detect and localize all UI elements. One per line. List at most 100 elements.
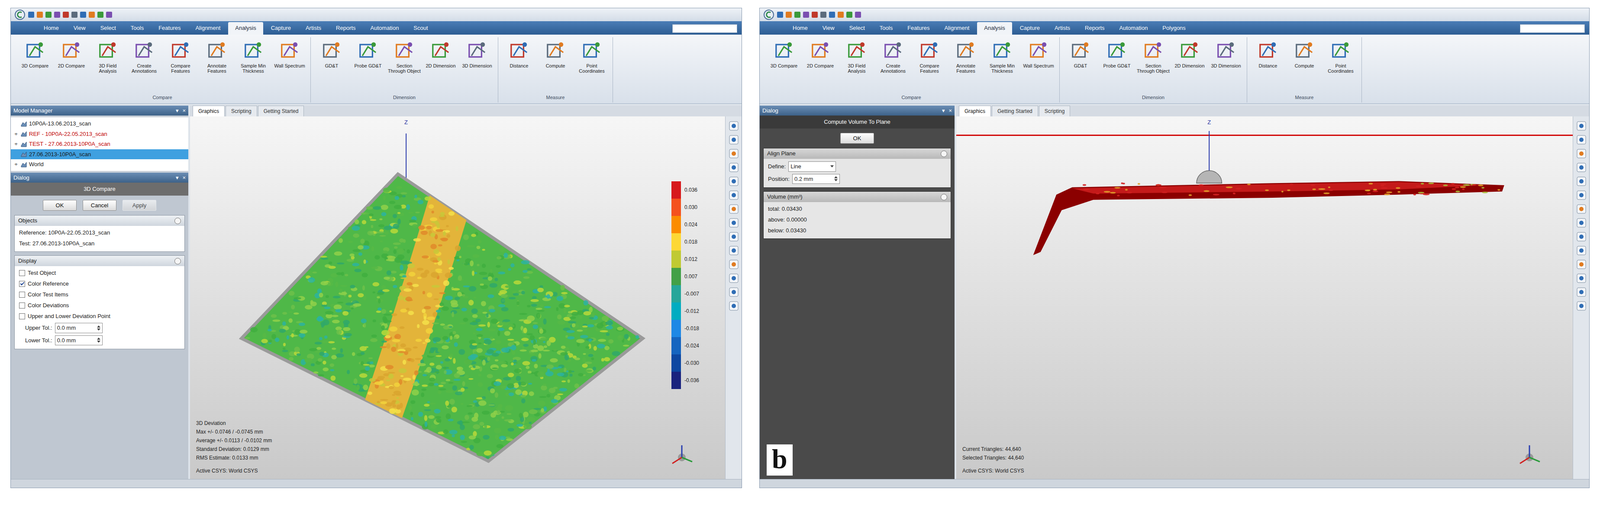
search-field[interactable] xyxy=(672,24,738,33)
view-tool-icon[interactable] xyxy=(1576,203,1587,215)
ribbon-button[interactable]: 3D Dimension xyxy=(458,37,496,94)
collapse-button[interactable] xyxy=(174,217,181,225)
ribbon-button[interactable]: Point Coordinates xyxy=(573,37,610,94)
ribbon-button[interactable]: Compute xyxy=(1286,37,1323,94)
view-tool-icon[interactable] xyxy=(728,300,739,312)
menu-tab[interactable]: Artists xyxy=(298,22,329,35)
up-arrow-icon[interactable] xyxy=(834,176,838,179)
close-button[interactable]: × xyxy=(182,106,186,116)
ribbon-button[interactable]: Probe GD&T xyxy=(1098,37,1136,94)
ribbon-button[interactable]: Section Through Object xyxy=(1135,37,1172,94)
quick-access-icon[interactable] xyxy=(54,11,61,18)
menu-tab[interactable]: Features xyxy=(151,22,188,35)
checkbox-row[interactable]: Test Object xyxy=(19,268,181,278)
menu-tab[interactable]: Analysis xyxy=(977,22,1012,35)
graphics-tab[interactable]: Graphics xyxy=(192,105,225,117)
cancel-button[interactable]: Cancel xyxy=(82,200,117,212)
pin-button[interactable]: ▾ xyxy=(941,106,946,116)
menu-tab[interactable]: Automation xyxy=(363,22,407,35)
down-arrow-icon[interactable] xyxy=(96,328,101,331)
view-tool-icon[interactable] xyxy=(1576,176,1587,187)
ribbon-button[interactable]: GD&T xyxy=(1062,37,1099,94)
view-tool-icon[interactable] xyxy=(1576,134,1587,146)
menu-tab[interactable]: Select xyxy=(93,22,123,35)
quick-access-icon[interactable] xyxy=(785,11,792,18)
view-tool-icon[interactable] xyxy=(728,120,739,132)
viewport[interactable]: ZCurrent Triangles: 44,640Selected Trian… xyxy=(956,116,1573,480)
view-tool-icon[interactable] xyxy=(1576,120,1587,132)
quick-access-icon[interactable] xyxy=(777,11,784,18)
quick-access-icon[interactable] xyxy=(28,11,35,18)
menu-tab[interactable]: Alignment xyxy=(188,22,228,35)
view-tool-icon[interactable] xyxy=(728,134,739,146)
dropdown-arrow-icon[interactable] xyxy=(830,165,834,168)
quick-access-icon[interactable] xyxy=(71,11,78,18)
ribbon-button[interactable]: Compare Features xyxy=(911,37,948,94)
quick-access-icon[interactable] xyxy=(820,11,827,18)
spin-row[interactable]: Upper Tol.:0.0 mm xyxy=(19,322,181,334)
ribbon-button[interactable]: 3D Dimension xyxy=(1207,37,1245,94)
view-tool-icon[interactable] xyxy=(728,231,739,242)
view-tool-icon[interactable] xyxy=(728,190,739,201)
menu-tab[interactable]: Analysis xyxy=(228,22,263,35)
pin-button[interactable]: ▾ xyxy=(175,106,179,116)
ribbon-button[interactable]: Probe GD&T xyxy=(349,37,387,94)
checkbox[interactable] xyxy=(19,302,26,309)
spinner-icon[interactable] xyxy=(96,325,101,331)
ribbon-button[interactable]: Distance xyxy=(500,37,538,94)
model-item[interactable]: +World xyxy=(10,159,189,170)
menu-tab[interactable]: Reports xyxy=(329,22,363,35)
spinner-icon[interactable] xyxy=(96,337,101,343)
view-tool-icon[interactable] xyxy=(728,259,739,270)
menu-tab[interactable]: View xyxy=(815,22,842,35)
ribbon-button[interactable]: Compute xyxy=(537,37,574,94)
spin-field[interactable]: 0.2 mm xyxy=(792,174,840,185)
menu-tab[interactable]: Features xyxy=(900,22,937,35)
view-tool-icon[interactable] xyxy=(1576,245,1587,256)
graphics-tab[interactable]: Getting Started xyxy=(258,105,305,117)
checkbox-row[interactable]: Color Deviations xyxy=(19,301,181,310)
collapse-button[interactable] xyxy=(940,193,948,201)
view-tool-icon[interactable] xyxy=(1576,259,1587,270)
ribbon-button[interactable]: 2D Compare xyxy=(53,37,90,94)
quick-access-icon[interactable] xyxy=(62,11,69,18)
ribbon-button[interactable]: Sample Min Thickness xyxy=(235,37,272,94)
ribbon-button[interactable]: Annotate Features xyxy=(947,37,984,94)
model-item[interactable]: 10P0A-13.06.2013_scan xyxy=(10,118,189,130)
menu-tab[interactable]: View xyxy=(66,22,93,35)
up-arrow-icon[interactable] xyxy=(96,325,101,328)
menu-tab[interactable]: Home xyxy=(36,22,66,35)
pin-button[interactable]: ▾ xyxy=(175,173,179,183)
quick-access-icon[interactable] xyxy=(45,11,52,18)
quick-access-icon[interactable] xyxy=(803,11,810,18)
ribbon-button[interactable]: 3D Field Analysis xyxy=(838,37,875,94)
view-tool-icon[interactable] xyxy=(728,176,739,187)
checkbox-row[interactable]: Color Test Items xyxy=(19,290,181,300)
quick-access-icon[interactable] xyxy=(80,11,87,18)
ribbon-button[interactable]: 2D Dimension xyxy=(422,37,459,94)
view-tool-icon[interactable] xyxy=(1576,231,1587,242)
graphics-tab[interactable]: Graphics xyxy=(958,105,991,117)
dropdown[interactable]: Line xyxy=(788,161,836,172)
spin-field[interactable]: 0.0 mm xyxy=(54,335,103,346)
expand-button[interactable]: + xyxy=(13,139,19,149)
graphics-tab[interactable]: Getting Started xyxy=(991,105,1039,117)
view-tool-icon[interactable] xyxy=(1576,190,1587,201)
close-button[interactable]: × xyxy=(182,173,186,183)
quick-access-icon[interactable] xyxy=(106,11,113,18)
menu-tab[interactable]: Home xyxy=(785,22,815,35)
view-tool-icon[interactable] xyxy=(1576,273,1587,284)
down-arrow-icon[interactable] xyxy=(834,179,838,182)
viewport[interactable]: Z0.0360.0300.0240.0180.0120.007-0.007-0.… xyxy=(190,116,726,480)
collapse-button[interactable] xyxy=(940,150,948,158)
view-tool-icon[interactable] xyxy=(728,245,739,256)
graphics-tab[interactable]: Scripting xyxy=(1038,105,1071,117)
expand-button[interactable]: + xyxy=(13,129,19,139)
model-item[interactable]: 27.06.2013-10P0A_scan xyxy=(10,149,189,160)
view-tool-icon[interactable] xyxy=(728,287,739,298)
quick-access-icon[interactable] xyxy=(829,11,836,18)
menu-tab[interactable]: Artists xyxy=(1047,22,1078,35)
ribbon-button[interactable]: 2D Dimension xyxy=(1171,37,1208,94)
ribbon-button[interactable]: Section Through Object xyxy=(386,37,423,94)
ribbon-button[interactable]: Wall Spectrum xyxy=(271,37,308,94)
